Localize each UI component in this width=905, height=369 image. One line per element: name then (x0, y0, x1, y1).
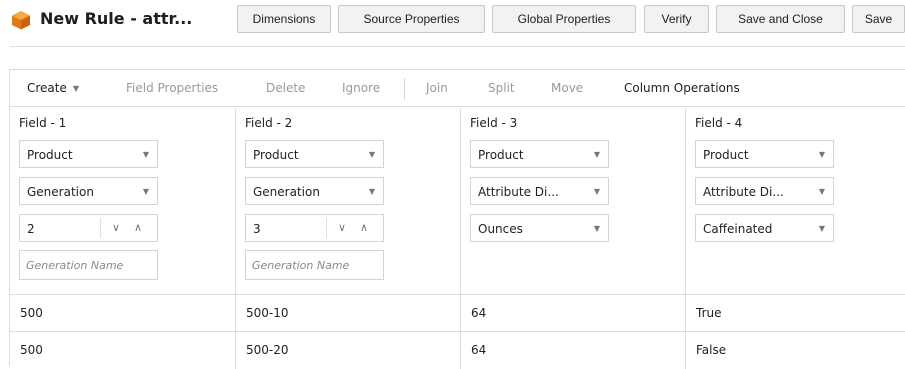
field-type-select-value: Attribute Di... (478, 185, 559, 199)
chevron-down-icon[interactable]: ∨ (108, 220, 124, 236)
create-menu-label: Create (27, 81, 67, 95)
dimension-select[interactable]: Product ▼ (245, 140, 384, 168)
toolbar: Create ▼ Field Properties Delete Ignore J… (10, 70, 905, 107)
dimension-select-value: Product (27, 148, 73, 162)
field-label: Field - 4 (695, 116, 743, 130)
chevron-down-icon: ▼ (818, 150, 825, 159)
chevron-down-icon[interactable]: ∨ (334, 220, 350, 236)
attribute-select[interactable]: Caffeinated ▼ (695, 214, 834, 242)
field-column-2: Field - 2 Product ▼ Generation ▼ 3 ∨ ∧ (236, 108, 461, 294)
table-cell: 500 (10, 295, 236, 332)
table-cell: 500-10 (236, 295, 461, 332)
chevron-down-icon: ▼ (72, 84, 80, 93)
dimensions-button[interactable]: Dimensions (237, 5, 331, 33)
generation-number-value: 3 (253, 222, 261, 236)
page-title: New Rule - attr... (40, 9, 193, 28)
save-and-close-button[interactable]: Save and Close (716, 5, 845, 33)
join-button[interactable]: Join (426, 80, 448, 96)
table-row[interactable]: 500 500-20 64 False (10, 331, 905, 369)
chevron-down-icon: ▼ (142, 150, 149, 159)
attribute-select-value: Caffeinated (703, 222, 773, 236)
table-cell: True (696, 306, 722, 320)
table-cell: 64 (461, 332, 686, 369)
field-label: Field - 1 (19, 116, 67, 130)
chevron-up-icon[interactable]: ∧ (356, 220, 372, 236)
field-column-4: Field - 4 Product ▼ Attribute Di... ▼ Ca… (686, 108, 905, 294)
chevron-down-icon: ▼ (818, 187, 825, 196)
generation-number-value: 2 (27, 222, 35, 236)
cube-icon (12, 11, 30, 30)
ignore-button[interactable]: Ignore (342, 80, 380, 96)
attribute-select[interactable]: Ounces ▼ (470, 214, 609, 242)
column-operations-button[interactable]: Column Operations (624, 80, 740, 96)
rule-editor-panel: Create ▼ Field Properties Delete Ignore J… (9, 69, 905, 369)
dimension-select-value: Product (703, 148, 749, 162)
dimension-select[interactable]: Product ▼ (695, 140, 834, 168)
field-type-select[interactable]: Attribute Di... ▼ (695, 177, 834, 205)
move-button[interactable]: Move (551, 80, 583, 96)
verify-button[interactable]: Verify (644, 5, 709, 33)
global-properties-button[interactable]: Global Properties (492, 5, 636, 33)
chevron-down-icon: ▼ (142, 187, 149, 196)
delete-button[interactable]: Delete (266, 80, 305, 96)
table-cell: 500-20 (236, 332, 461, 369)
generation-number-stepper[interactable]: 3 ∨ ∧ (245, 214, 384, 242)
table-row[interactable]: 500 500-10 64 True (10, 294, 905, 332)
dimension-select-value: Product (478, 148, 524, 162)
generation-number-stepper[interactable]: 2 ∨ ∧ (19, 214, 158, 242)
dimension-select-value: Product (253, 148, 299, 162)
field-type-select-value: Generation (253, 185, 320, 199)
chevron-down-icon: ▼ (593, 150, 600, 159)
field-properties-button[interactable]: Field Properties (126, 80, 218, 96)
field-column-1: Field - 1 Product ▼ Generation ▼ 2 ∨ ∧ (10, 108, 236, 294)
save-button[interactable]: Save (852, 5, 905, 33)
field-label: Field - 2 (245, 116, 293, 130)
toolbar-separator (404, 78, 405, 100)
chevron-down-icon: ▼ (593, 224, 600, 233)
field-definitions: Field - 1 Product ▼ Generation ▼ 2 ∨ ∧ F… (10, 108, 905, 294)
attribute-select-value: Ounces (478, 222, 523, 236)
stepper-divider (326, 218, 327, 238)
field-column-3: Field - 3 Product ▼ Attribute Di... ▼ Ou… (461, 108, 686, 294)
header: New Rule - attr... Dimensions Source Pro… (0, 0, 905, 46)
chevron-down-icon: ▼ (368, 187, 375, 196)
table-cell: 64 (461, 295, 686, 332)
table-cell: False (696, 343, 727, 357)
chevron-up-icon[interactable]: ∧ (130, 220, 146, 236)
field-label: Field - 3 (470, 116, 518, 130)
header-divider (10, 46, 905, 47)
dimension-select[interactable]: Product ▼ (19, 140, 158, 168)
field-type-select[interactable]: Attribute Di... ▼ (470, 177, 609, 205)
generation-name-input[interactable] (245, 250, 384, 280)
field-type-select-value: Attribute Di... (703, 185, 784, 199)
field-type-select-value: Generation (27, 185, 94, 199)
split-button[interactable]: Split (488, 80, 515, 96)
field-type-select[interactable]: Generation ▼ (19, 177, 158, 205)
create-menu[interactable]: Create ▼ (27, 80, 79, 97)
source-properties-button[interactable]: Source Properties (338, 5, 485, 33)
chevron-down-icon: ▼ (593, 187, 600, 196)
dimension-select[interactable]: Product ▼ (470, 140, 609, 168)
generation-name-input[interactable] (19, 250, 158, 280)
stepper-divider (100, 218, 101, 238)
chevron-down-icon: ▼ (368, 150, 375, 159)
table-cell: 500 (10, 332, 236, 369)
field-type-select[interactable]: Generation ▼ (245, 177, 384, 205)
chevron-down-icon: ▼ (818, 224, 825, 233)
